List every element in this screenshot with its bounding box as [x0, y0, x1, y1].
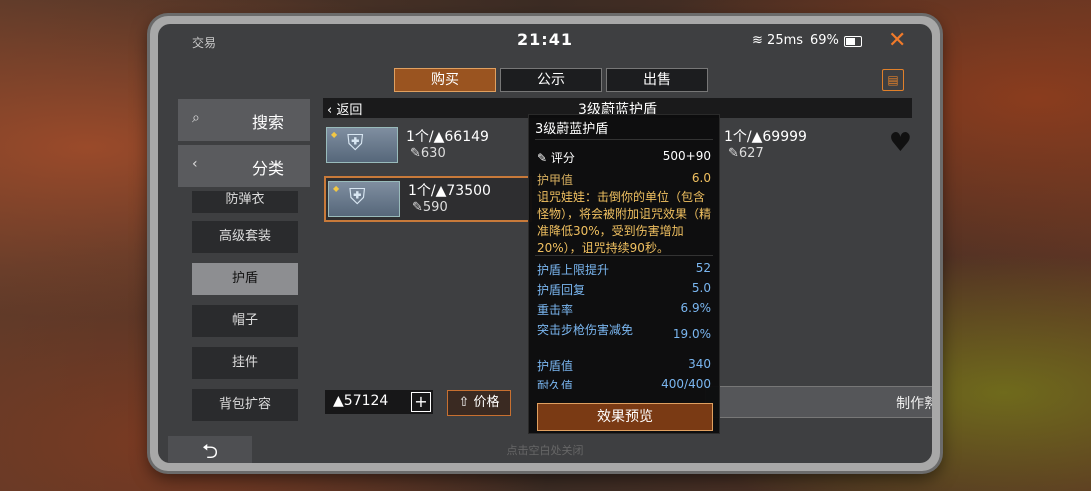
shield-icon: ⛨: [349, 185, 366, 210]
gem-icon: ◆: [333, 184, 340, 193]
category-backpack-expansion[interactable]: 背包扩容: [192, 389, 298, 421]
close-icon[interactable]: ✕: [888, 28, 906, 53]
attr-row: 突击步枪伤害减免 19.0%: [537, 323, 711, 341]
rating-row: ✎ 评分 500+90: [537, 149, 711, 165]
chevron-left-icon: ‹: [192, 156, 198, 172]
attr-row: 护盾回复 5.0: [537, 281, 711, 297]
shield-icon: ⛨: [347, 131, 364, 156]
tab-bar: 购买 公示 出售: [394, 68, 708, 92]
item-thumbnail: ◆ ⛨: [328, 181, 400, 217]
item-rating: ✎590: [412, 200, 448, 215]
category-button[interactable]: ‹ 分类: [178, 145, 310, 187]
effect-preview-button[interactable]: 效果预览: [537, 403, 713, 431]
tab-buy[interactable]: 购买: [394, 68, 496, 92]
category-premium-suit[interactable]: 高级套装: [192, 221, 298, 253]
add-currency-button[interactable]: +: [411, 392, 431, 412]
listing-item[interactable]: ◆ ⛨ 1个/▲66149 ✎630: [324, 124, 524, 164]
gem-icon: ◆: [331, 130, 338, 139]
item-thumbnail: ◆ ⛨: [326, 127, 398, 163]
clipboard-icon[interactable]: ▤: [882, 69, 904, 91]
category-shield[interactable]: 护盾: [192, 263, 298, 295]
close-hint: 点击空白处关闭: [506, 444, 584, 457]
tab-sell[interactable]: 出售: [606, 68, 708, 92]
tab-notice[interactable]: 公示: [500, 68, 602, 92]
category-hat[interactable]: 帽子: [192, 305, 298, 337]
sort-price-button[interactable]: ⇧ 价格: [447, 390, 511, 416]
effect-description: 诅咒娃娃：击倒你的单位（包含怪物），将会被附加诅咒效果（精准降低30%，受到伤害…: [537, 190, 712, 255]
favorite-heart-icon[interactable]: ♥: [889, 128, 912, 158]
craft-requirement: 制作熟练度Lv60可购买: [705, 386, 932, 418]
armor-row: 护甲值 6.0: [537, 171, 711, 187]
status-bar: 交易 21:41 ≋ 25ms 69% ✕: [158, 24, 932, 58]
item-rating: ✎627: [728, 146, 764, 161]
sidebar: ⌕ 搜索 ‹ 分类 防弹衣 高级套装 护盾 帽子 挂件 背包扩容: [178, 99, 310, 434]
category-pendant[interactable]: 挂件: [192, 347, 298, 379]
listing-item[interactable]: ◆ ⛨ 1个/▲73500 ✎590: [324, 176, 532, 222]
search-button[interactable]: ⌕ 搜索: [178, 99, 310, 141]
battery-percent: 69%: [810, 33, 839, 48]
attr-row: 耐久值 400/400: [537, 377, 711, 389]
currency-balance: ▲57124 +: [325, 390, 433, 414]
category-body-armor[interactable]: 防弹衣: [192, 191, 298, 213]
item-price: 1个/▲73500: [408, 183, 491, 199]
wifi-indicator: ≋ 25ms: [752, 33, 804, 48]
item-price: 1个/▲66149: [406, 129, 489, 145]
attr-row: 重击率 6.9%: [537, 301, 711, 317]
wifi-icon: ≋: [752, 33, 763, 48]
item-rating: ✎630: [410, 146, 446, 161]
battery-icon: [844, 36, 862, 47]
attr-row: 护盾值 340: [537, 357, 711, 373]
search-icon: ⌕: [192, 110, 200, 126]
trade-screen: 交易 21:41 ≋ 25ms 69% ✕ 购买 公示 出售 ▤ ⌕ 搜索 ‹ …: [158, 24, 932, 463]
tablet-frame: 交易 21:41 ≋ 25ms 69% ✕ 购买 公示 出售 ▤ ⌕ 搜索 ‹ …: [150, 16, 940, 471]
item-price: 1个/▲69999: [724, 129, 807, 145]
attr-row: 护盾上限提升 52: [537, 261, 711, 277]
popup-title: 3级蔚蓝护盾: [535, 122, 609, 137]
item-detail-popup: 3级蔚蓝护盾 ✎ 评分 500+90 护甲值 6.0 诅咒娃娃：击倒你的单位（包…: [528, 114, 720, 434]
